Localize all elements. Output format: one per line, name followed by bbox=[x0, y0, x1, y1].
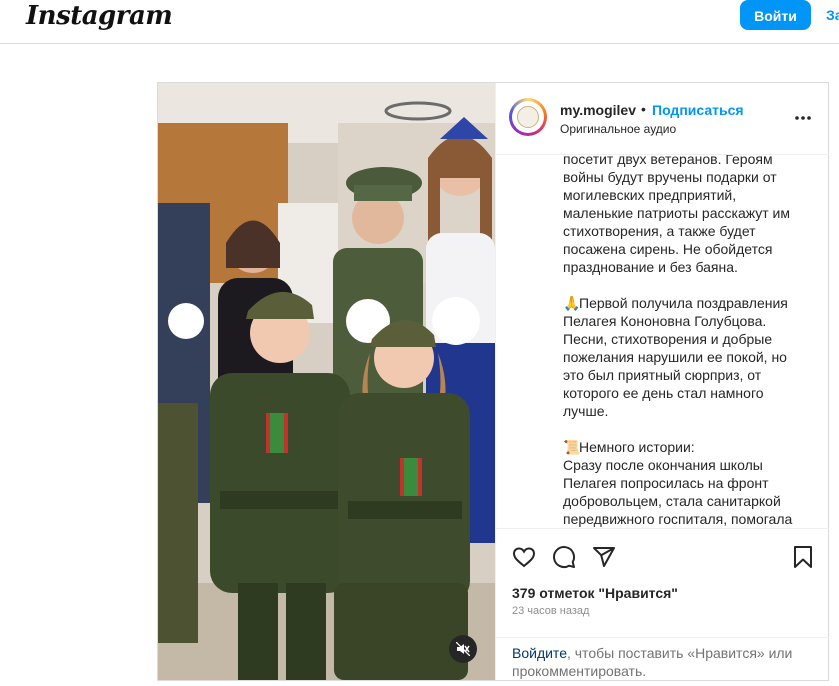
caption-paragraph-2-text: Первой получила поздравления Пелагея Кон… bbox=[563, 295, 788, 419]
mute-button[interactable] bbox=[449, 635, 477, 663]
audio-label[interactable]: Оригинальное аудио bbox=[560, 122, 676, 136]
post-header: my.mogilev • Подписаться Оригинальное ау… bbox=[496, 83, 829, 155]
post-card: my.mogilev • Подписаться Оригинальное ау… bbox=[157, 82, 829, 681]
follow-button[interactable]: Подписаться bbox=[652, 102, 744, 118]
signup-link[interactable]: За bbox=[826, 7, 839, 23]
comment-icon bbox=[553, 546, 576, 569]
post-sidebar: my.mogilev • Подписаться Оригинальное ау… bbox=[495, 83, 829, 682]
like-button[interactable] bbox=[512, 545, 536, 574]
instagram-logo[interactable]: Instagram bbox=[26, 1, 173, 31]
avatar-ring-inner bbox=[512, 101, 544, 133]
post-actions: 379 отметок "Нравится" 23 часов назад Во… bbox=[496, 528, 829, 682]
share-icon bbox=[593, 547, 615, 567]
login-button[interactable]: Войти bbox=[740, 0, 811, 30]
post-timestamp[interactable]: 23 часов назад bbox=[512, 605, 589, 617]
login-prompt-text: Войдите, чтобы поставить «Нравится» или … bbox=[512, 644, 812, 680]
more-icon bbox=[795, 116, 811, 120]
caption-paragraph-3-text: Сразу после окончания школы Пелагея попр… bbox=[563, 457, 793, 527]
login-prompt: Войдите, чтобы поставить «Нравится» или … bbox=[496, 637, 829, 683]
video-frame bbox=[158, 83, 495, 680]
pray-emoji-icon: 🙏 bbox=[563, 295, 581, 311]
caption-area[interactable]: посетит двух ветеранов. Героям войны буд… bbox=[496, 155, 829, 528]
likes-count[interactable]: 379 отметок "Нравится" bbox=[512, 585, 678, 601]
more-options-button[interactable] bbox=[793, 108, 813, 128]
caption-paragraph-1: посетит двух ветеранов. Героям войны буд… bbox=[563, 155, 790, 275]
login-link[interactable]: Войдите bbox=[512, 645, 567, 661]
share-button[interactable] bbox=[592, 545, 616, 574]
caption-paragraph-3-heading: Немного истории: bbox=[579, 439, 695, 455]
separator-dot: • bbox=[641, 101, 646, 117]
scroll-emoji-icon: 📜 bbox=[563, 439, 581, 455]
save-button[interactable] bbox=[792, 545, 814, 574]
post-video[interactable] bbox=[158, 83, 495, 680]
caption-paragraph-2: 🙏Первой получила поздравления Пелагея Ко… bbox=[563, 294, 808, 420]
speaker-muted-icon bbox=[456, 642, 470, 656]
avatar-image bbox=[517, 106, 539, 128]
caption-text: посетит двух ветеранов. Героям войны буд… bbox=[563, 155, 808, 528]
comment-button[interactable] bbox=[552, 545, 576, 574]
top-bar: Instagram Войти За bbox=[0, 0, 839, 44]
caption-paragraph-3: 📜Немного истории: Сразу после окончания ш… bbox=[563, 438, 808, 528]
heart-icon bbox=[512, 547, 536, 568]
avatar[interactable] bbox=[509, 98, 547, 136]
username-link[interactable]: my.mogilev bbox=[560, 102, 636, 118]
bookmark-icon bbox=[794, 546, 812, 568]
